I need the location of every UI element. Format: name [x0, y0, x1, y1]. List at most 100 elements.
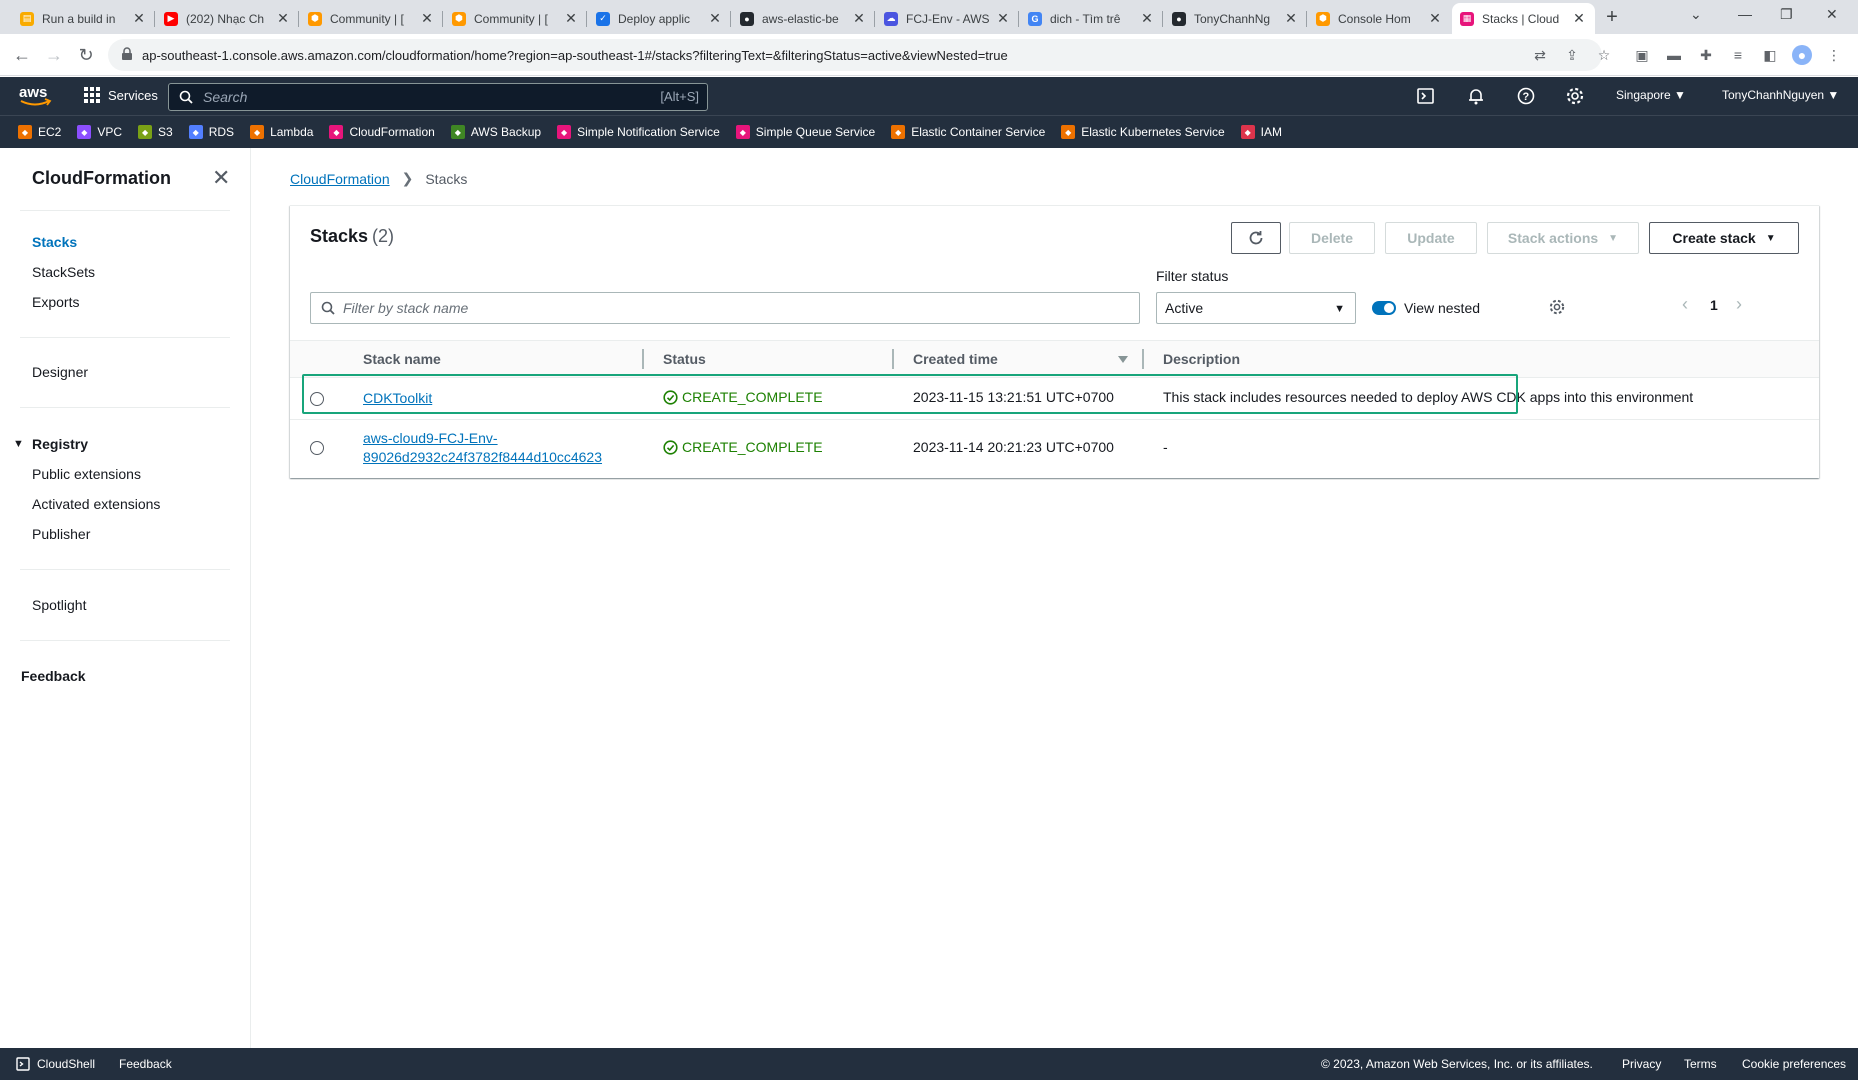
stack-name-link[interactable]: aws-cloud9-FCJ-Env- 89026d2932c24f3782f8…: [363, 429, 602, 467]
sidenav-item-spotlight[interactable]: Spotlight: [32, 597, 86, 613]
favorite-service-link[interactable]: ◆ IAM: [1240, 125, 1282, 139]
favorite-service-link[interactable]: ◆ Elastic Kubernetes Service: [1061, 125, 1225, 139]
stack-actions-button[interactable]: Stack actions ▼: [1487, 222, 1639, 254]
column-resizer[interactable]: [642, 349, 644, 369]
puzzle-icon[interactable]: ✚: [1696, 45, 1716, 65]
restore-icon[interactable]: ❐: [1780, 6, 1793, 23]
table-row[interactable]: aws-cloud9-FCJ-Env- 89026d2932c24f3782f8…: [290, 420, 1819, 478]
footer-privacy-link[interactable]: Privacy: [1622, 1057, 1661, 1071]
page-number[interactable]: 1: [1710, 297, 1718, 313]
sidenav-item-exports[interactable]: Exports: [32, 294, 79, 310]
footer-feedback-link[interactable]: Feedback: [119, 1057, 172, 1071]
browser-tab[interactable]: ● TonyChanhNg ✕: [1164, 3, 1307, 34]
tab-close-icon[interactable]: ✕: [707, 10, 723, 27]
breadcrumb-cloudformation-link[interactable]: CloudFormation: [290, 171, 390, 187]
preferences-gear-icon[interactable]: [1548, 298, 1566, 316]
reload-icon[interactable]: ↻: [74, 43, 98, 67]
translate-icon[interactable]: ⇄: [1530, 45, 1550, 65]
delete-button[interactable]: Delete: [1289, 222, 1375, 254]
tab-close-icon[interactable]: ✕: [131, 10, 147, 27]
tab-close-icon[interactable]: ✕: [1571, 10, 1587, 27]
tab-close-icon[interactable]: ✕: [1139, 10, 1155, 27]
browser-tab[interactable]: ▶ (202) Nhạc Ch ✕: [156, 3, 299, 34]
region-selector[interactable]: Singapore ▼: [1616, 88, 1686, 102]
notifications-bell-icon[interactable]: [1466, 86, 1486, 106]
sidenav-item-stacksets[interactable]: StackSets: [32, 264, 95, 280]
column-resizer[interactable]: [892, 349, 894, 369]
create-stack-button[interactable]: Create stack ▼: [1649, 222, 1799, 254]
sort-descending-icon[interactable]: [1118, 356, 1128, 363]
profile-avatar[interactable]: ●: [1792, 45, 1812, 65]
minimize-icon[interactable]: —: [1738, 6, 1752, 22]
footer-cloudshell-link[interactable]: CloudShell: [37, 1057, 95, 1071]
prev-page-icon[interactable]: ‹: [1682, 294, 1688, 315]
sidenav-item-stacks[interactable]: Stacks: [32, 234, 77, 250]
tab-close-icon[interactable]: ✕: [851, 10, 867, 27]
browser-tab[interactable]: ▤ Run a build in ✕: [12, 3, 155, 34]
tab-close-icon[interactable]: ✕: [419, 10, 435, 27]
column-resizer[interactable]: [1142, 349, 1144, 369]
cloudshell-icon[interactable]: [1416, 86, 1436, 106]
browser-tab[interactable]: ⬢ Console Hom ✕: [1308, 3, 1451, 34]
sidenav-item-designer[interactable]: Designer: [32, 364, 88, 380]
browser-tab[interactable]: ☁ FCJ-Env - AWS ✕: [876, 3, 1019, 34]
side-panel-icon[interactable]: ◧: [1760, 45, 1780, 65]
row-select-radio[interactable]: [310, 441, 324, 455]
favorite-service-link[interactable]: ◆ AWS Backup: [450, 125, 541, 139]
column-status[interactable]: Status: [663, 351, 706, 367]
aws-search-input[interactable]: Search [Alt+S]: [168, 83, 708, 111]
column-stack-name[interactable]: Stack name: [363, 351, 441, 367]
browser-tab[interactable]: ✓ Deploy applic ✕: [588, 3, 731, 34]
tab-close-icon[interactable]: ✕: [275, 10, 291, 27]
sidenav-section-registry[interactable]: Registry: [32, 436, 88, 452]
bookmark-star-icon[interactable]: ☆: [1594, 45, 1614, 65]
aws-logo[interactable]: aws: [18, 83, 52, 109]
sidenav-item-activated-extensions[interactable]: Activated extensions: [32, 496, 160, 512]
forward-icon[interactable]: →: [42, 43, 66, 67]
new-tab-button[interactable]: +: [1600, 6, 1624, 30]
favorite-service-link[interactable]: ◆ VPC: [77, 125, 122, 139]
extension-icon-1[interactable]: ▣: [1632, 45, 1652, 65]
favorite-service-link[interactable]: ◆ Lambda: [250, 125, 313, 139]
filter-status-select[interactable]: Active ▼: [1156, 292, 1356, 324]
refresh-button[interactable]: [1231, 222, 1281, 254]
close-window-icon[interactable]: ✕: [1826, 6, 1838, 23]
view-nested-toggle[interactable]: [1372, 301, 1396, 315]
help-icon[interactable]: ?: [1516, 86, 1536, 106]
sidenav-item-public-extensions[interactable]: Public extensions: [32, 466, 141, 482]
account-menu[interactable]: TonyChanhNguyen ▼: [1722, 88, 1839, 102]
menu-kebab-icon[interactable]: ⋮: [1824, 45, 1844, 65]
back-icon[interactable]: ←: [10, 43, 34, 67]
url-input[interactable]: ap-southeast-1.console.aws.amazon.com/cl…: [108, 39, 1602, 71]
caret-down-icon[interactable]: ▼: [13, 438, 24, 450]
tab-search-icon[interactable]: ⌄: [1690, 6, 1702, 23]
browser-tab[interactable]: ⬢ Community | [✕: [444, 3, 587, 34]
tab-close-icon[interactable]: ✕: [563, 10, 579, 27]
media-icon[interactable]: ≡: [1728, 45, 1748, 65]
sidenav-item-publisher[interactable]: Publisher: [32, 526, 90, 542]
footer-terms-link[interactable]: Terms: [1684, 1057, 1717, 1071]
next-page-icon[interactable]: ›: [1736, 294, 1742, 315]
favorite-service-link[interactable]: ◆ Elastic Container Service: [891, 125, 1045, 139]
tab-close-icon[interactable]: ✕: [995, 10, 1011, 27]
favorite-service-link[interactable]: ◆ S3: [138, 125, 173, 139]
favorite-service-link[interactable]: ◆ Simple Queue Service: [735, 125, 875, 139]
sidenav-item-feedback[interactable]: Feedback: [21, 668, 86, 684]
update-button[interactable]: Update: [1385, 222, 1477, 254]
favorite-service-link[interactable]: ◆ EC2: [18, 125, 61, 139]
footer-cookie-preferences-link[interactable]: Cookie preferences: [1742, 1057, 1846, 1071]
browser-tab[interactable]: ● aws-elastic-be ✕: [732, 3, 875, 34]
browser-tab[interactable]: Gdich - Tìm trê ✕: [1020, 3, 1163, 34]
browser-tab[interactable]: ▦ Stacks | Cloud ✕: [1452, 3, 1595, 34]
favorite-service-link[interactable]: ◆ RDS: [188, 125, 234, 139]
column-description[interactable]: Description: [1163, 351, 1240, 367]
close-icon[interactable]: ✕: [212, 167, 230, 189]
filter-stack-name-input[interactable]: Filter by stack name: [310, 292, 1140, 324]
favorite-service-link[interactable]: ◆ CloudFormation: [329, 125, 435, 139]
browser-tab[interactable]: ⬢ Community | [✕: [300, 3, 443, 34]
share-icon[interactable]: ⇪: [1562, 45, 1582, 65]
settings-gear-icon[interactable]: [1565, 86, 1585, 106]
tab-close-icon[interactable]: ✕: [1427, 10, 1443, 27]
column-created-time[interactable]: Created time: [913, 351, 998, 367]
services-menu-button[interactable]: Services: [84, 87, 158, 103]
